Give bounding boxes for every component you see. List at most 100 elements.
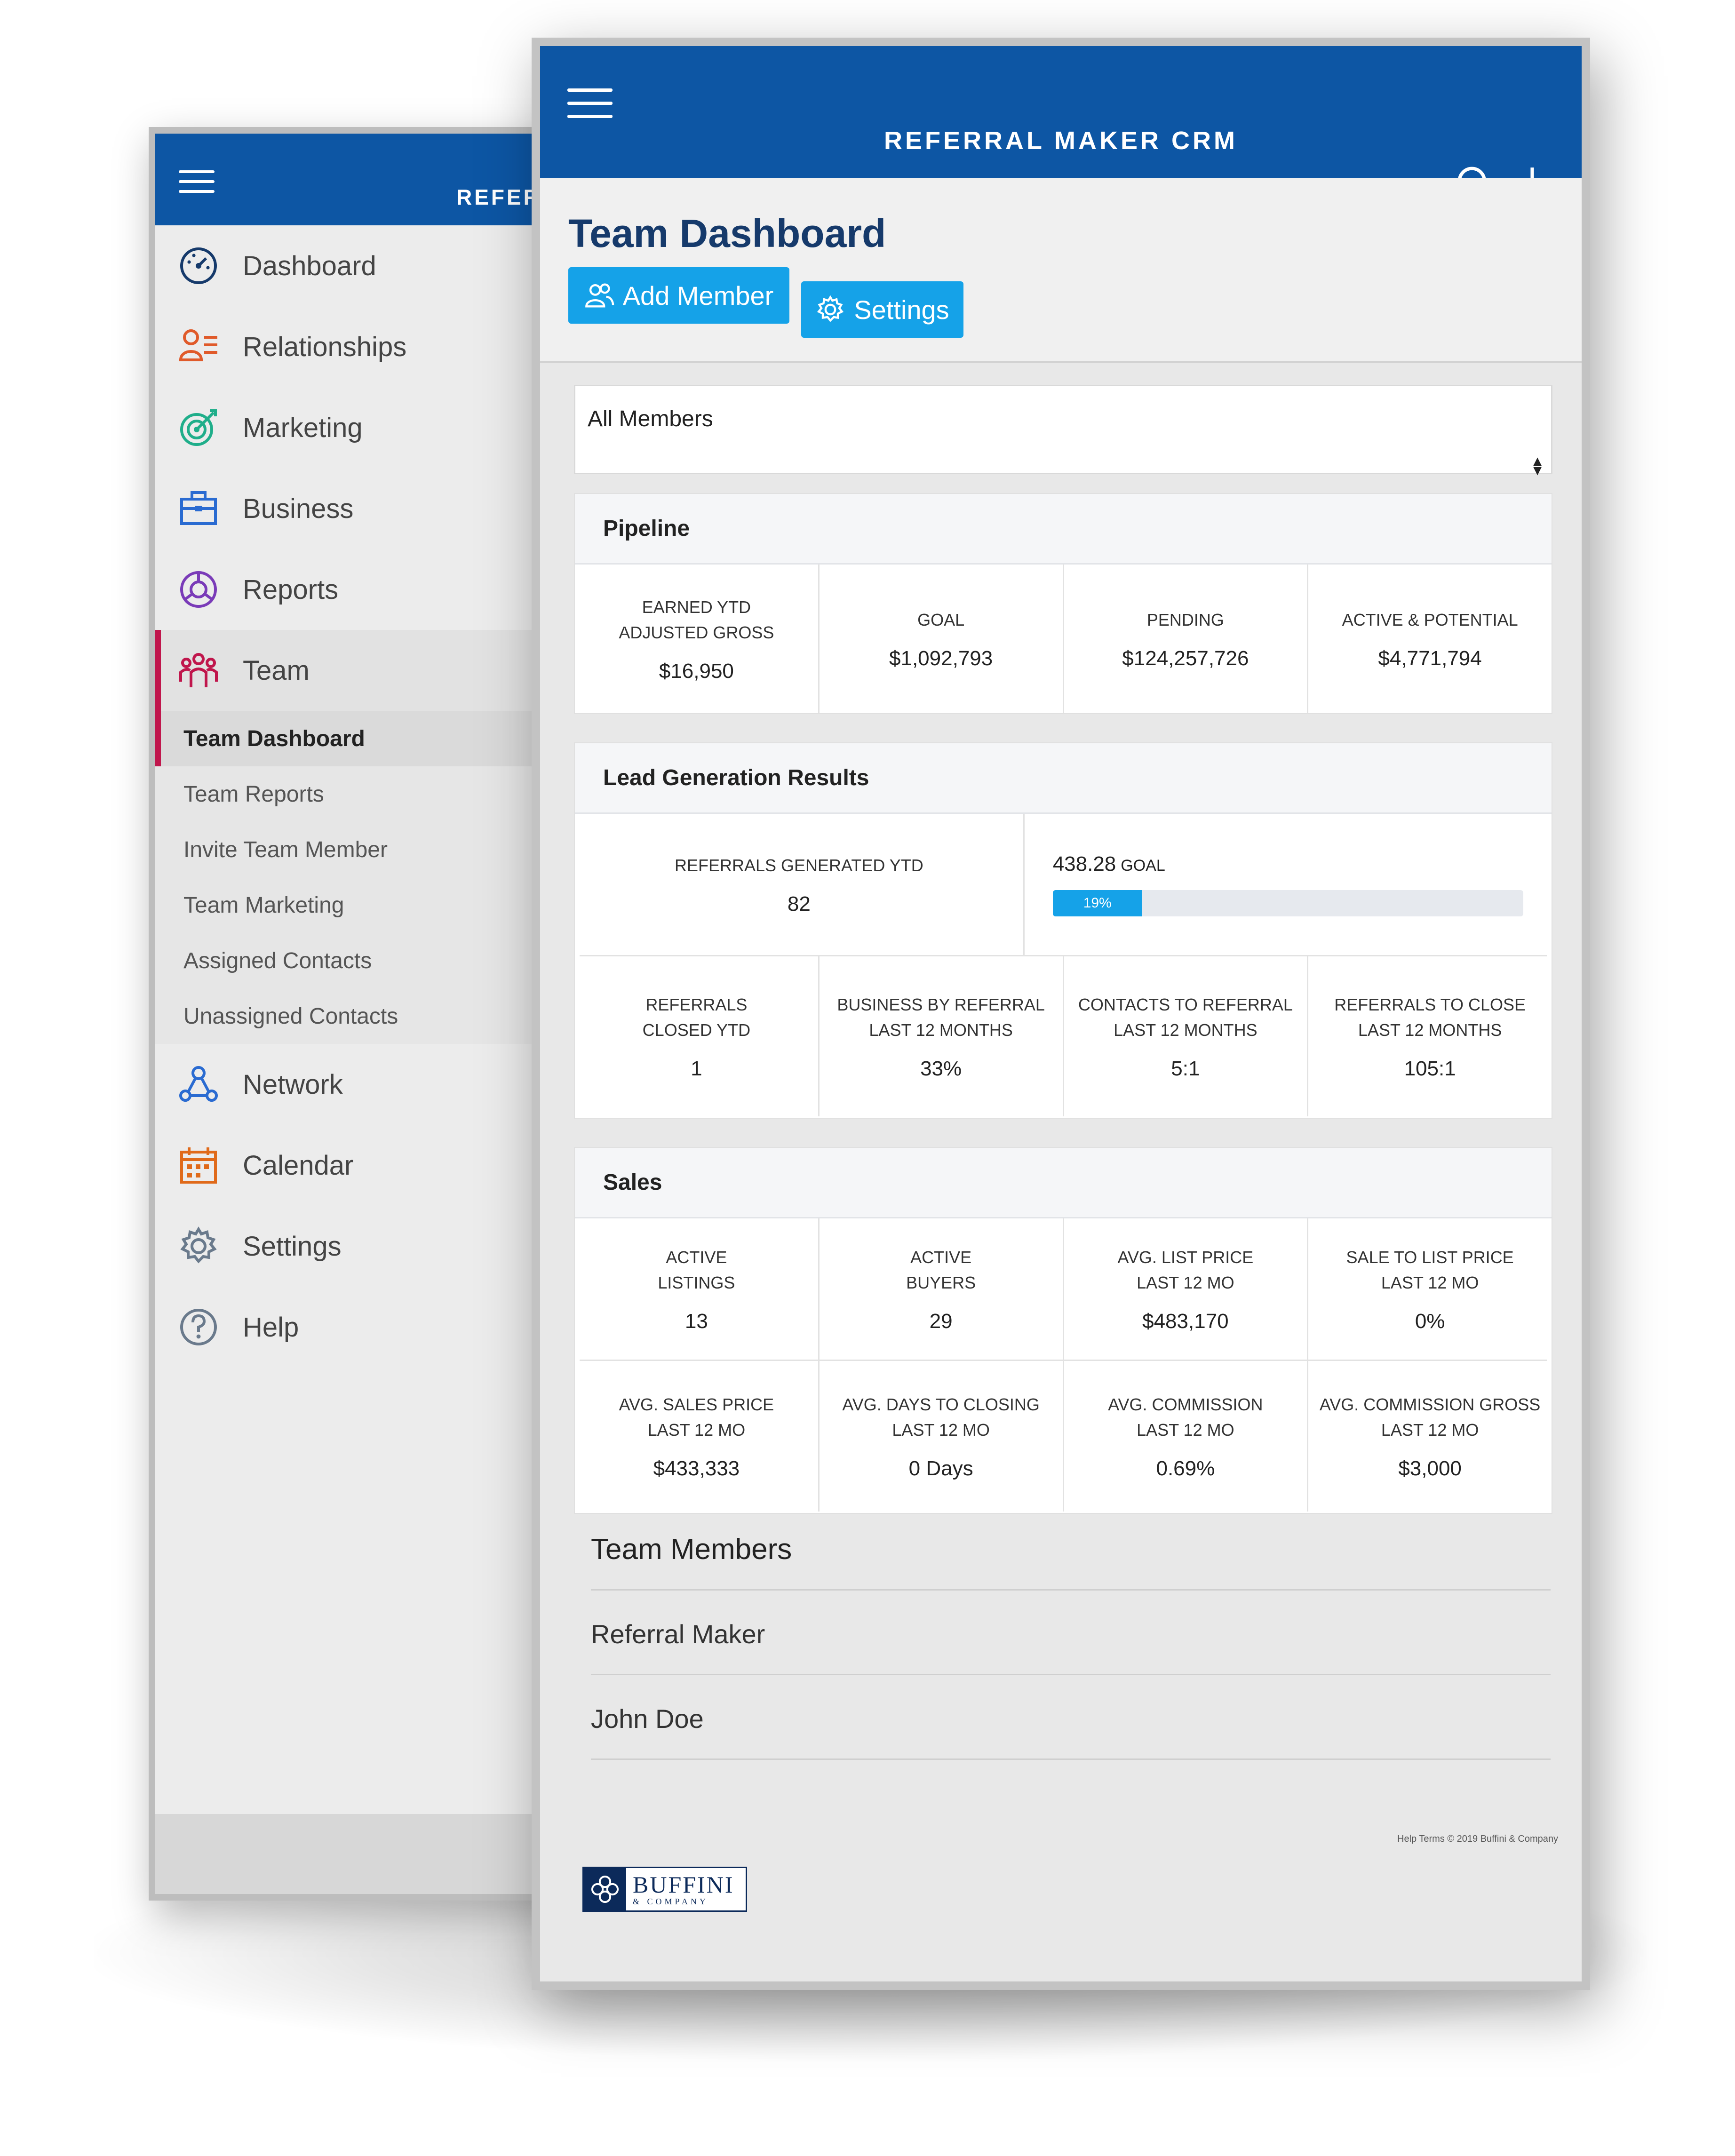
referral-goal: 438.28 GOAL 19%: [1023, 814, 1552, 955]
stat-label: AVG. COMMISSION LAST 12 MO: [1108, 1395, 1263, 1440]
gear-icon: [180, 1226, 217, 1264]
pipeline-active-potential: ACTIVE & POTENTIAL $4,771,794: [1307, 565, 1552, 713]
contacts-icon: [179, 329, 217, 361]
team-member-row[interactable]: John Doe: [591, 1674, 1551, 1758]
sidebar-item-label: Business: [243, 493, 354, 524]
stat-value: 0%: [1415, 1310, 1445, 1333]
network-icon: [179, 1066, 218, 1102]
add-member-button[interactable]: Add Member: [568, 267, 789, 324]
sales-row-1: ACTIVE LISTINGS 13 ACTIVE BUYERS 29 AVG.…: [575, 1218, 1552, 1360]
team-member-row[interactable]: Referral Maker: [591, 1589, 1551, 1674]
pipeline-card: Pipeline EARNED YTD ADJUSTED GROSS $16,9…: [574, 493, 1552, 714]
stat-label: REFERRALS CLOSED YTD: [642, 995, 751, 1040]
flower-logo-icon: [584, 1868, 626, 1910]
stat-value: 105:1: [1404, 1057, 1456, 1080]
settings-label: Settings: [854, 294, 949, 325]
sidebar-item-label: Calendar: [243, 1150, 354, 1181]
stat-value: 29: [929, 1310, 953, 1333]
stat-value: 82: [787, 892, 811, 915]
sidebar-item-label: Team: [243, 655, 310, 686]
stat-label: AVG. LIST PRICE LAST 12 MO: [1117, 1248, 1254, 1292]
stat-value: 13: [684, 1310, 708, 1333]
logo-text-small: & COMPANY: [633, 1896, 708, 1906]
pipeline-goal: GOAL $1,092,793: [818, 565, 1063, 713]
referrals-to-close: REFERRALS TO CLOSE LAST 12 MONTHS 105:1: [1307, 956, 1552, 1116]
add-member-label: Add Member: [622, 280, 774, 310]
divider: [591, 1758, 1551, 1763]
member-name: John Doe: [591, 1704, 704, 1734]
stat-value: 5:1: [1171, 1057, 1200, 1080]
logo-text-big: BUFFINI: [633, 1871, 734, 1898]
sidebar-item-label: Marketing: [243, 412, 363, 443]
add-user-icon: [585, 283, 614, 308]
goal-label: GOAL: [1121, 857, 1165, 875]
stat-label: BUSINESS BY REFERRAL LAST 12 MONTHS: [837, 995, 1045, 1040]
filter-selected-value: All Members: [588, 406, 713, 431]
goal-progress-fill: 19%: [1052, 890, 1142, 916]
stat-value: 33%: [920, 1057, 962, 1080]
members-filter-select[interactable]: All Members ▲ ▼: [574, 385, 1552, 478]
referrals-generated-ytd: REFERRALS GENERATED YTD 82: [575, 814, 1023, 955]
target-icon: [180, 409, 217, 446]
sales-title: Sales: [575, 1148, 1552, 1218]
buffini-logo: BUFFINI & COMPANY: [582, 1867, 747, 1912]
footer-links[interactable]: Help Terms © 2019 Buffini & Company: [1397, 1834, 1558, 1845]
goal-progress-text: 19%: [1083, 895, 1112, 911]
stat-value: 0.69%: [1156, 1457, 1215, 1480]
help-icon: [180, 1309, 217, 1345]
sidebar-item-label: Help: [243, 1312, 299, 1343]
pipeline-earned-ytd: EARNED YTD ADJUSTED GROSS $16,950: [575, 565, 818, 713]
settings-button[interactable]: Settings: [801, 281, 963, 338]
stat-label: SALE TO LIST PRICE LAST 12 MO: [1346, 1248, 1514, 1292]
team-icon: [179, 653, 218, 687]
stat-value: $16,950: [659, 660, 734, 683]
stat-label: GOAL: [917, 610, 965, 629]
hamburger-menu-icon[interactable]: [179, 170, 215, 193]
stat-label: ACTIVE & POTENTIAL: [1342, 610, 1518, 629]
logo-wordmark: BUFFINI & COMPANY: [626, 1868, 746, 1910]
stat-label: ACTIVE LISTINGS: [658, 1248, 735, 1292]
contacts-to-referral: CONTACTS TO REFERRAL LAST 12 MONTHS 5:1: [1062, 956, 1307, 1116]
page-title-bar: Team Dashboard Add Member Settings: [540, 178, 1582, 363]
lead-generation-card: Lead Generation Results REFERRALS GENERA…: [574, 742, 1552, 1119]
pipeline-pending: PENDING $124,257,726: [1062, 565, 1307, 713]
stat-label: CONTACTS TO REFERRAL LAST 12 MONTHS: [1078, 995, 1293, 1040]
avg-commission-gross: AVG. COMMISSION GROSS LAST 12 MO $3,000: [1307, 1361, 1552, 1512]
sales-card: Sales ACTIVE LISTINGS 13 ACTIVE BUYERS 2…: [574, 1147, 1552, 1514]
team-dashboard-panel: REFERRAL MAKER CRM Team Dashboard Add Me…: [532, 38, 1590, 1990]
stat-label: ACTIVE BUYERS: [906, 1248, 976, 1292]
sidebar-item-label: Reports: [243, 574, 339, 605]
sale-to-list-price: SALE TO LIST PRICE LAST 12 MO 0%: [1307, 1218, 1552, 1360]
lead-gen-bottom-row: REFERRALS CLOSED YTD 1 BUSINESS BY REFER…: [575, 956, 1552, 1116]
calendar-icon: [180, 1147, 217, 1184]
pipeline-title: Pipeline: [575, 494, 1552, 565]
sales-row-2: AVG. SALES PRICE LAST 12 MO $433,333 AVG…: [575, 1361, 1552, 1512]
stat-value: 0 Days: [908, 1457, 973, 1480]
stat-value: $4,771,794: [1378, 647, 1482, 670]
stat-value: 1: [691, 1057, 702, 1080]
app-brand: REFERRAL MAKER CRM: [884, 127, 1238, 155]
stat-label: AVG. COMMISSION GROSS LAST 12 MO: [1319, 1395, 1541, 1440]
hamburger-menu-icon[interactable]: [567, 88, 613, 121]
stat-value: $433,333: [653, 1457, 740, 1480]
goal-progress-bar: 19%: [1052, 890, 1523, 916]
sidebar-item-label: Settings: [243, 1231, 342, 1262]
briefcase-icon: [180, 491, 217, 525]
page-title: Team Dashboard: [568, 211, 886, 255]
business-by-referral: BUSINESS BY REFERRAL LAST 12 MONTHS 33%: [818, 956, 1063, 1116]
member-name: Referral Maker: [591, 1619, 765, 1649]
select-arrows-icon: ▲ ▼: [1530, 453, 1544, 478]
stat-label: AVG. DAYS TO CLOSING LAST 12 MO: [842, 1395, 1040, 1440]
goal-value: 438.28: [1052, 852, 1116, 875]
gear-icon: [817, 295, 844, 322]
avg-sales-price: AVG. SALES PRICE LAST 12 MO $433,333: [575, 1361, 818, 1512]
chart-circle-icon: [180, 571, 217, 608]
sidebar-item-label: Dashboard: [243, 250, 376, 281]
stat-value: $124,257,726: [1122, 647, 1249, 670]
speedometer-icon: [180, 247, 217, 284]
stat-label: REFERRALS TO CLOSE LAST 12 MONTHS: [1334, 995, 1526, 1040]
lead-gen-top-row: REFERRALS GENERATED YTD 82 438.28 GOAL 19…: [575, 814, 1552, 955]
avg-list-price: AVG. LIST PRICE LAST 12 MO $483,170: [1062, 1218, 1307, 1360]
lead-generation-title: Lead Generation Results: [575, 743, 1552, 814]
team-members-title: Team Members: [591, 1533, 792, 1566]
